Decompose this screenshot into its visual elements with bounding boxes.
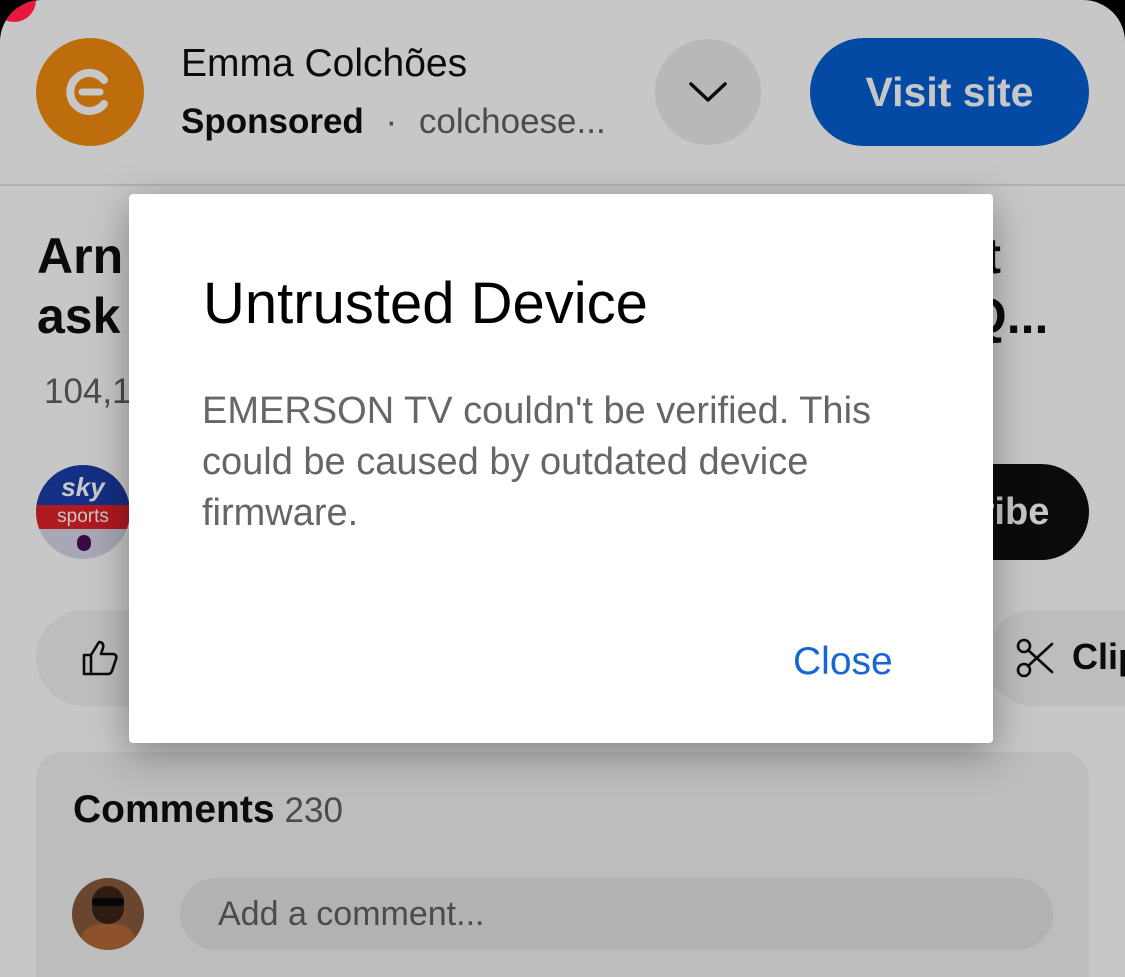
dialog-message: EMERSON TV couldn't be verified. This co… <box>202 390 872 534</box>
dialog-title: Untrusted Device <box>203 271 648 336</box>
close-button[interactable]: Close <box>793 640 893 684</box>
untrusted-device-dialog: Untrusted Device EMERSON TV couldn't be … <box>129 194 993 743</box>
video-page: Emma Colchões Sponsored · colchoese... V… <box>0 0 1125 977</box>
